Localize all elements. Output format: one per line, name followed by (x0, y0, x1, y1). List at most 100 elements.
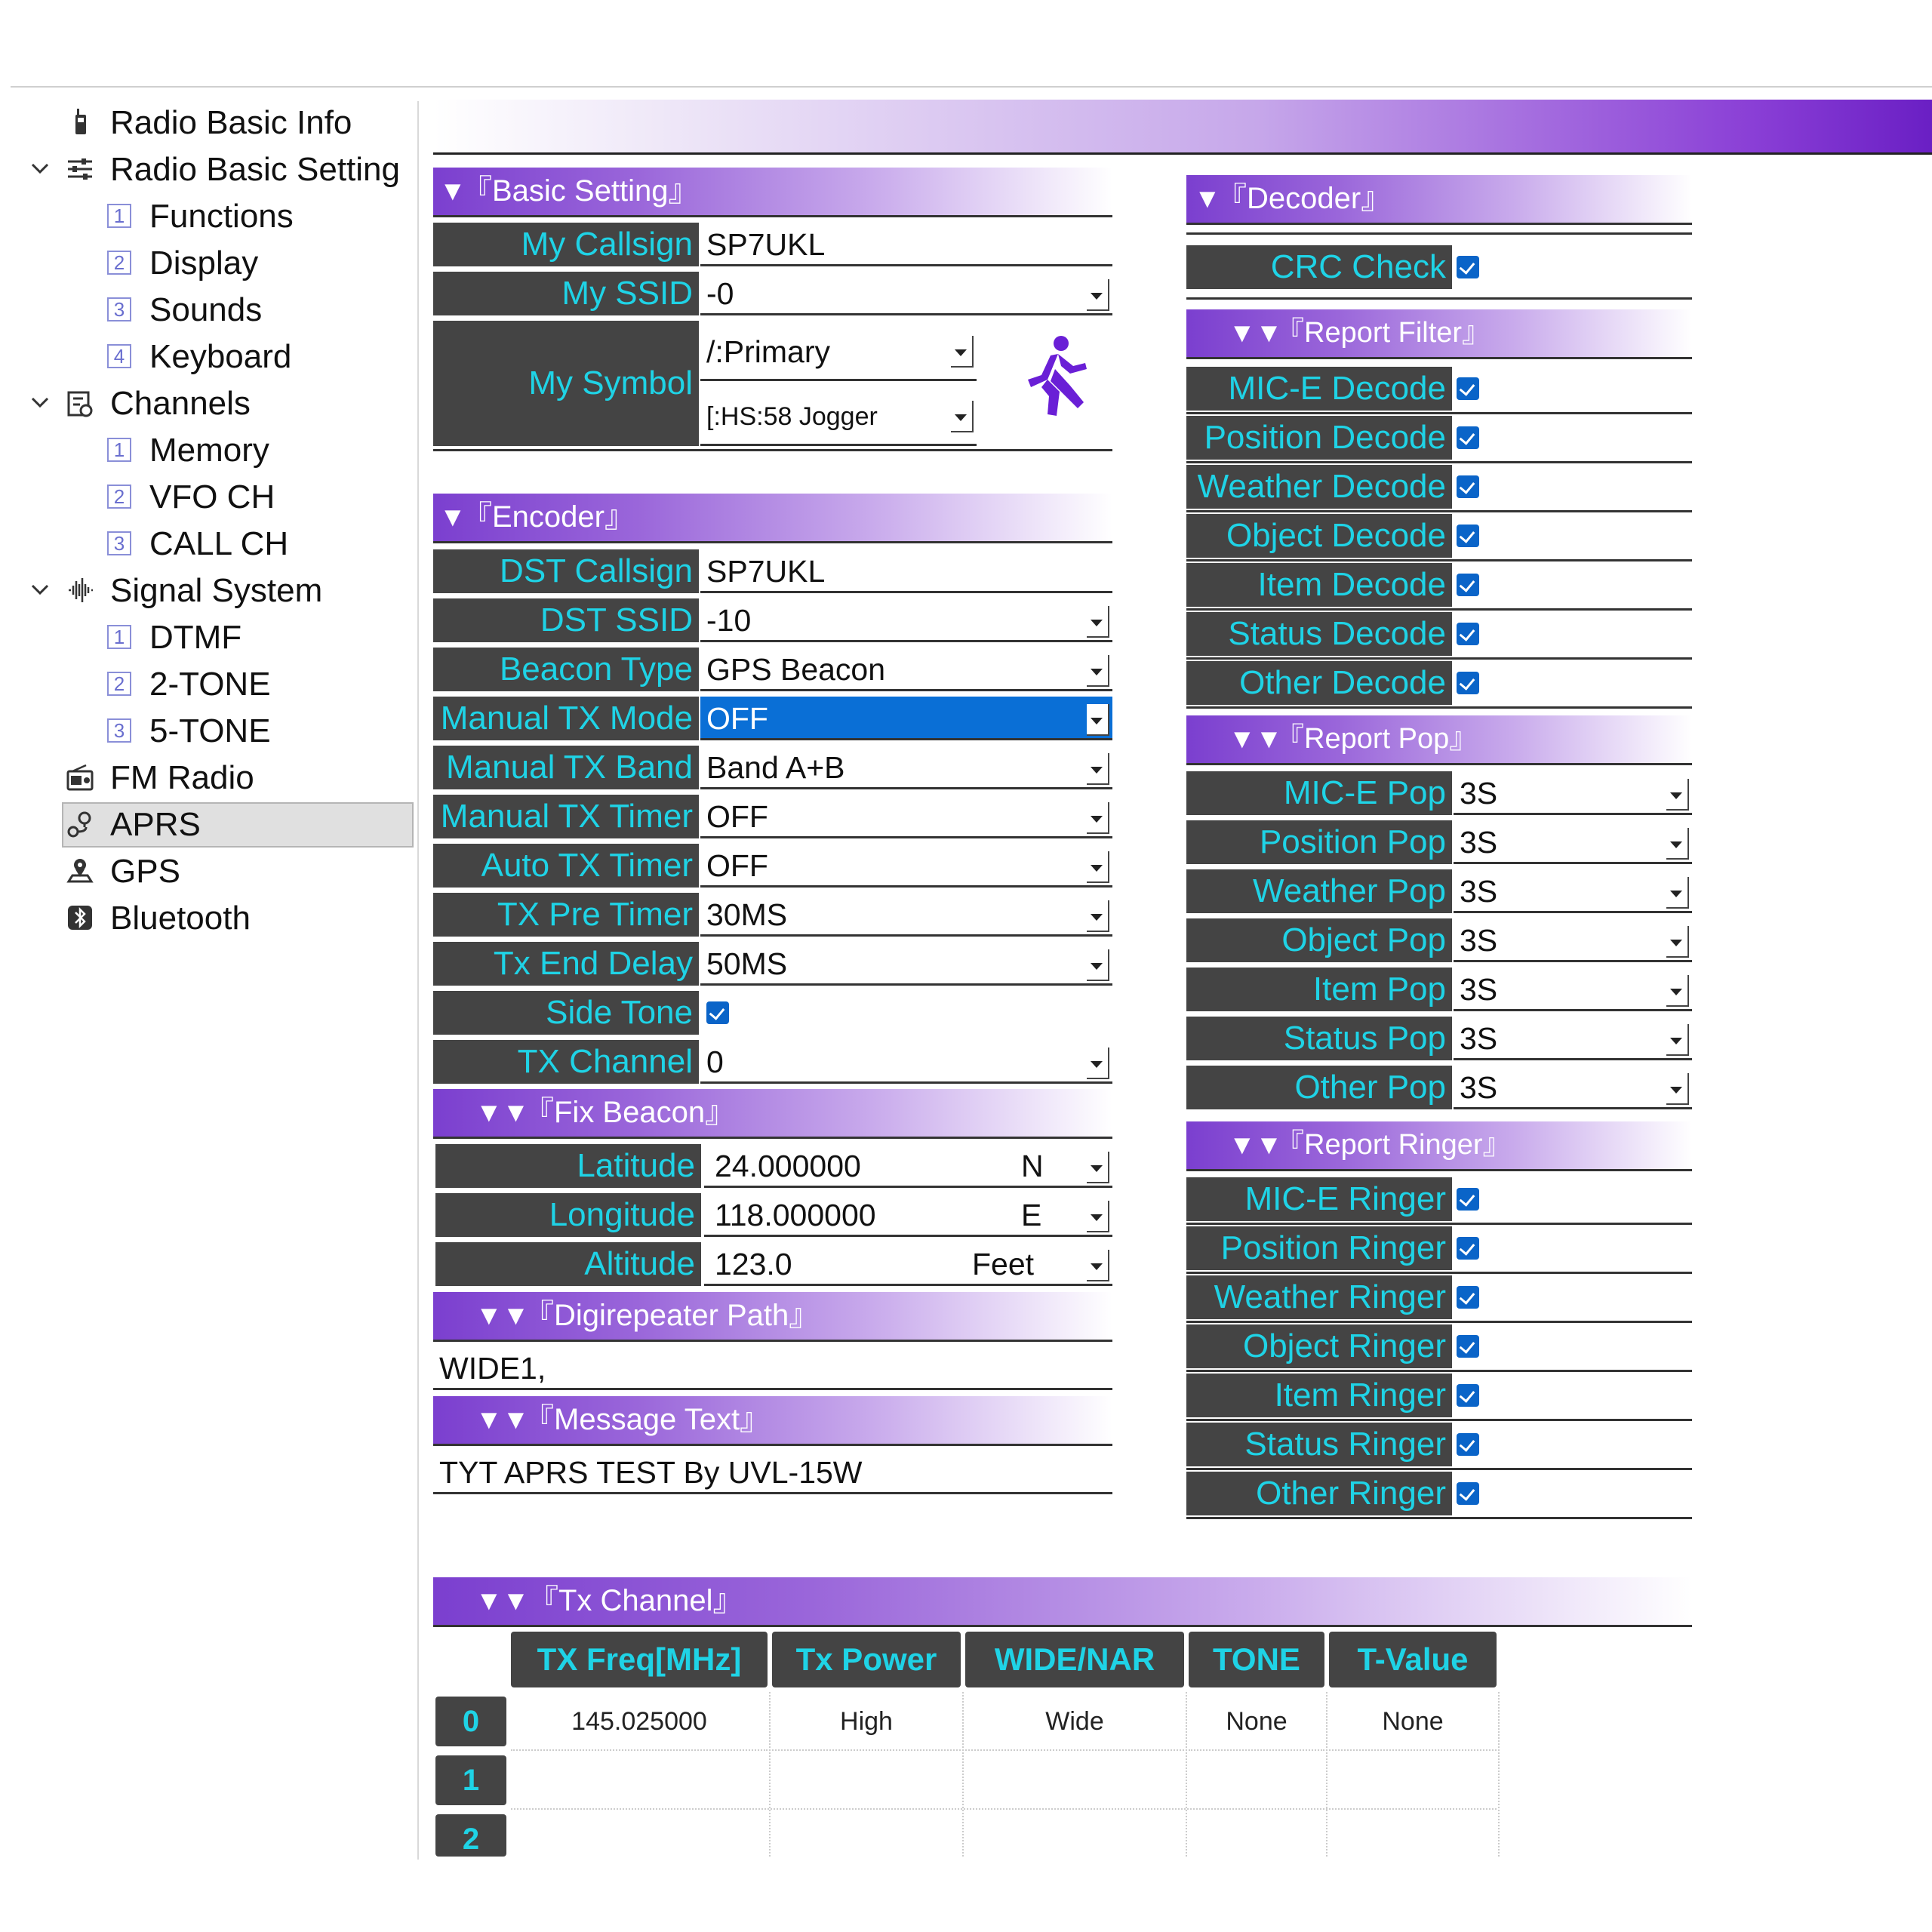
dropdown-arrow-icon[interactable] (1666, 1024, 1689, 1056)
section-digipeater-path[interactable]: ▼▼ 『Digirepeater Path』 (433, 1292, 1112, 1342)
column-header-wide-nar[interactable]: WIDE/NAR (965, 1632, 1184, 1687)
dropdown-arrow-icon[interactable] (951, 336, 974, 368)
dropdown-arrow-icon[interactable] (1087, 1201, 1109, 1232)
weather-pop-select[interactable]: 3S (1454, 869, 1692, 913)
status-decode-checkbox[interactable] (1457, 623, 1479, 645)
sidebar-item-radio-basic-info[interactable]: Radio Basic Info (0, 101, 415, 145)
sidebar-item-memory[interactable]: 1 Memory (0, 429, 415, 472)
cell-t-value[interactable]: None (1329, 1692, 1497, 1751)
chevron-down-icon[interactable] (29, 391, 51, 414)
cell-tx-freq[interactable]: 145.025000 (511, 1692, 768, 1751)
section-report-filter[interactable]: ▼▼ 『Report Filter』 (1186, 309, 1692, 359)
dropdown-arrow-icon[interactable] (1087, 753, 1109, 785)
collapse-triangle-icon[interactable]: ▼▼ (475, 1396, 529, 1443)
table-row-empty[interactable] (511, 1810, 1497, 1857)
section-fix-beacon[interactable]: ▼▼ 『Fix Beacon』 (433, 1089, 1112, 1139)
other-ringer-checkbox[interactable] (1457, 1482, 1479, 1505)
weather-ringer-checkbox[interactable] (1457, 1286, 1479, 1309)
dropdown-arrow-icon[interactable] (1087, 704, 1109, 736)
dropdown-arrow-icon[interactable] (951, 401, 974, 432)
sidebar-item-keyboard[interactable]: 4 Keyboard (0, 335, 415, 379)
manual-tx-band-select[interactable]: Band A+B (700, 746, 1112, 789)
dropdown-arrow-icon[interactable] (1087, 900, 1109, 932)
sidebar-item-5-tone[interactable]: 3 5-TONE (0, 709, 415, 753)
sidebar-item-channels[interactable]: Channels (0, 382, 415, 426)
collapse-triangle-icon[interactable]: ▼▼ (1229, 309, 1282, 356)
manual-tx-mode-select[interactable]: OFF (700, 697, 1112, 740)
item-decode-checkbox[interactable] (1457, 574, 1479, 596)
position-decode-checkbox[interactable] (1457, 426, 1479, 449)
sidebar-item-sounds[interactable]: 3 Sounds (0, 288, 415, 332)
status-pop-select[interactable]: 3S (1454, 1017, 1692, 1060)
collapse-triangle-icon[interactable]: ▼▼ (475, 1577, 529, 1624)
collapse-triangle-icon[interactable]: ▼▼ (475, 1292, 529, 1339)
mic-e-ringer-checkbox[interactable] (1457, 1188, 1479, 1211)
digipeater-path-input[interactable]: WIDE1, (433, 1346, 1112, 1390)
dst-ssid-select[interactable]: -10 (700, 598, 1112, 642)
dropdown-arrow-icon[interactable] (1087, 606, 1109, 638)
position-pop-select[interactable]: 3S (1454, 820, 1692, 864)
dropdown-arrow-icon[interactable] (1666, 828, 1689, 860)
dropdown-arrow-icon[interactable] (1666, 877, 1689, 909)
manual-tx-timer-select[interactable]: OFF (700, 795, 1112, 838)
dropdown-arrow-icon[interactable] (1087, 1250, 1109, 1281)
dropdown-arrow-icon[interactable] (1666, 926, 1689, 958)
column-header-t-value[interactable]: T-Value (1329, 1632, 1497, 1687)
dropdown-arrow-icon[interactable] (1087, 802, 1109, 834)
section-tx-channel[interactable]: ▼▼ 『Tx Channel』 (433, 1577, 1692, 1627)
my-callsign-input[interactable]: SP7UKL (700, 223, 1112, 266)
row-header-1[interactable]: 1 (435, 1755, 506, 1805)
side-tone-checkbox[interactable] (706, 1001, 729, 1024)
dropdown-arrow-icon[interactable] (1666, 1073, 1689, 1105)
sidebar-item-gps[interactable]: GPS (0, 850, 415, 894)
beacon-type-select[interactable]: GPS Beacon (700, 648, 1112, 691)
item-pop-select[interactable]: 3S (1454, 968, 1692, 1011)
dropdown-arrow-icon[interactable] (1087, 949, 1109, 981)
column-header-tx-power[interactable]: Tx Power (772, 1632, 961, 1687)
section-encoder[interactable]: ▼ 『Encoder』 (433, 494, 1112, 543)
dropdown-arrow-icon[interactable] (1087, 851, 1109, 883)
sidebar-item-aprs[interactable]: APRS (0, 802, 415, 848)
sidebar-item-bluetooth[interactable]: Bluetooth (0, 897, 415, 940)
dropdown-arrow-icon[interactable] (1087, 279, 1109, 311)
position-ringer-checkbox[interactable] (1457, 1237, 1479, 1260)
chevron-down-icon[interactable] (29, 157, 51, 180)
sidebar-item-call-ch[interactable]: 3 CALL CH (0, 522, 415, 566)
section-report-ringer[interactable]: ▼▼ 『Report Ringer』 (1186, 1121, 1692, 1171)
dropdown-arrow-icon[interactable] (1666, 975, 1689, 1007)
other-pop-select[interactable]: 3S (1454, 1066, 1692, 1109)
cell-tx-power[interactable]: High (772, 1692, 961, 1751)
auto-tx-timer-select[interactable]: OFF (700, 844, 1112, 888)
sidebar-item-signal-system[interactable]: Signal System (0, 569, 415, 613)
mic-e-decode-checkbox[interactable] (1457, 377, 1479, 400)
my-ssid-select[interactable]: -0 (700, 272, 1112, 315)
altitude-input[interactable]: 123.0 Feet (704, 1242, 1112, 1286)
column-header-tone[interactable]: TONE (1189, 1632, 1324, 1687)
section-basic-setting[interactable]: ▼ 『Basic Setting』 (433, 168, 1112, 217)
sidebar-item-functions[interactable]: 1 Functions (0, 195, 415, 238)
symbol-table-select[interactable]: /:Primary (700, 322, 977, 381)
dropdown-arrow-icon[interactable] (1087, 655, 1109, 687)
section-decoder[interactable]: ▼ 『Decoder』 (1186, 175, 1692, 225)
crc-check-checkbox[interactable] (1457, 256, 1479, 278)
tx-end-delay-select[interactable]: 50MS (700, 942, 1112, 986)
sidebar-item-2-tone[interactable]: 2 2-TONE (0, 663, 415, 706)
tx-pre-timer-select[interactable]: 30MS (700, 893, 1112, 937)
object-decode-checkbox[interactable] (1457, 525, 1479, 547)
table-row-empty[interactable] (511, 1751, 1497, 1810)
item-ringer-checkbox[interactable] (1457, 1384, 1479, 1407)
object-ringer-checkbox[interactable] (1457, 1335, 1479, 1358)
collapse-triangle-icon[interactable]: ▼▼ (1229, 715, 1282, 762)
object-pop-select[interactable]: 3S (1454, 918, 1692, 962)
sidebar-item-display[interactable]: 2 Display (0, 242, 415, 285)
sidebar-item-fm-radio[interactable]: FM Radio (0, 756, 415, 800)
dst-callsign-input[interactable]: SP7UKL (700, 549, 1112, 593)
weather-decode-checkbox[interactable] (1457, 475, 1479, 498)
sidebar-item-vfo-ch[interactable]: 2 VFO CH (0, 475, 415, 519)
status-ringer-checkbox[interactable] (1457, 1433, 1479, 1456)
symbol-select[interactable]: [:HS:58 Jogger (700, 387, 977, 446)
dropdown-arrow-icon[interactable] (1666, 779, 1689, 811)
row-header-2[interactable]: 2 (435, 1814, 506, 1857)
mic-e-pop-select[interactable]: 3S (1454, 771, 1692, 815)
section-message-text[interactable]: ▼▼ 『Message Text』 (433, 1396, 1112, 1446)
